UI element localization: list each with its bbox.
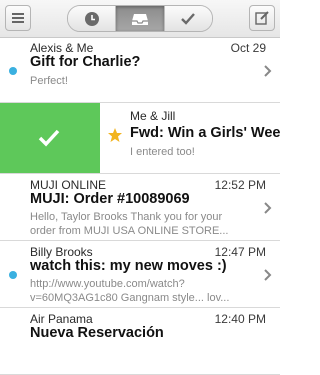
timestamp: 12:52 PM [214, 178, 266, 192]
sender: Me & Jill [130, 109, 176, 123]
preview: http://www.youtube.com/watch?v=60MQ3AG1c… [30, 278, 230, 304]
message-row[interactable]: Billy Brooks 12:47 PM watch this: my new… [0, 241, 280, 308]
tab-later[interactable] [68, 6, 116, 31]
checkmark-icon [181, 12, 196, 25]
chevron-right-icon [264, 269, 272, 281]
preview: I entered too! [130, 146, 195, 158]
compose-icon [255, 11, 269, 25]
sender: Alexis & Me [30, 41, 94, 55]
checkmark-icon [38, 129, 60, 147]
subject: MUJI: Order #10089069 [30, 191, 190, 207]
unread-dot [9, 67, 17, 75]
hamburger-icon [12, 13, 24, 23]
subject: Fwd: Win a Girls' Wee [130, 125, 280, 141]
timestamp: 12:47 PM [214, 245, 266, 259]
inbox-tray-icon [131, 13, 148, 25]
swiped-message-content: Me & Jill Fwd: Win a Girls' Wee I entere… [100, 103, 280, 173]
tab-inbox[interactable] [115, 6, 164, 31]
sender: Air Panama [30, 312, 93, 326]
subject: Gift for Charlie? [30, 54, 141, 70]
message-list: Alexis & Me Oct 29 Gift for Charlie? Per… [0, 38, 280, 375]
unread-dot [9, 271, 17, 279]
toolbar [0, 0, 280, 38]
message-row[interactable]: MUJI ONLINE 12:52 PM MUJI: Order #100890… [0, 174, 280, 241]
preview: Perfect! [30, 75, 68, 87]
timestamp: 12:40 PM [214, 312, 266, 326]
message-row[interactable]: Alexis & Me Oct 29 Gift for Charlie? Per… [0, 38, 280, 103]
subject: watch this: my new moves :) [30, 258, 227, 274]
compose-button[interactable] [249, 5, 275, 31]
menu-button[interactable] [5, 5, 31, 31]
preview: Hello, Taylor Brooks Thank you for your … [30, 211, 229, 237]
subject: Nueva Reservación [30, 325, 164, 341]
message-row[interactable]: Air Panama 12:40 PM Nueva Reservación [0, 308, 280, 375]
swipe-done-action[interactable] [0, 103, 100, 173]
mailbox-segmented-control [67, 5, 213, 32]
sender: Billy Brooks [30, 245, 93, 259]
message-row-swiped[interactable]: Me & Jill Fwd: Win a Girls' Wee I entere… [0, 103, 280, 174]
sender: MUJI ONLINE [30, 178, 107, 192]
chevron-right-icon [264, 65, 272, 77]
tab-done[interactable] [163, 6, 212, 31]
clock-icon [84, 11, 99, 26]
star-icon[interactable] [107, 127, 123, 143]
chevron-right-icon [264, 202, 272, 214]
timestamp: Oct 29 [230, 41, 266, 55]
